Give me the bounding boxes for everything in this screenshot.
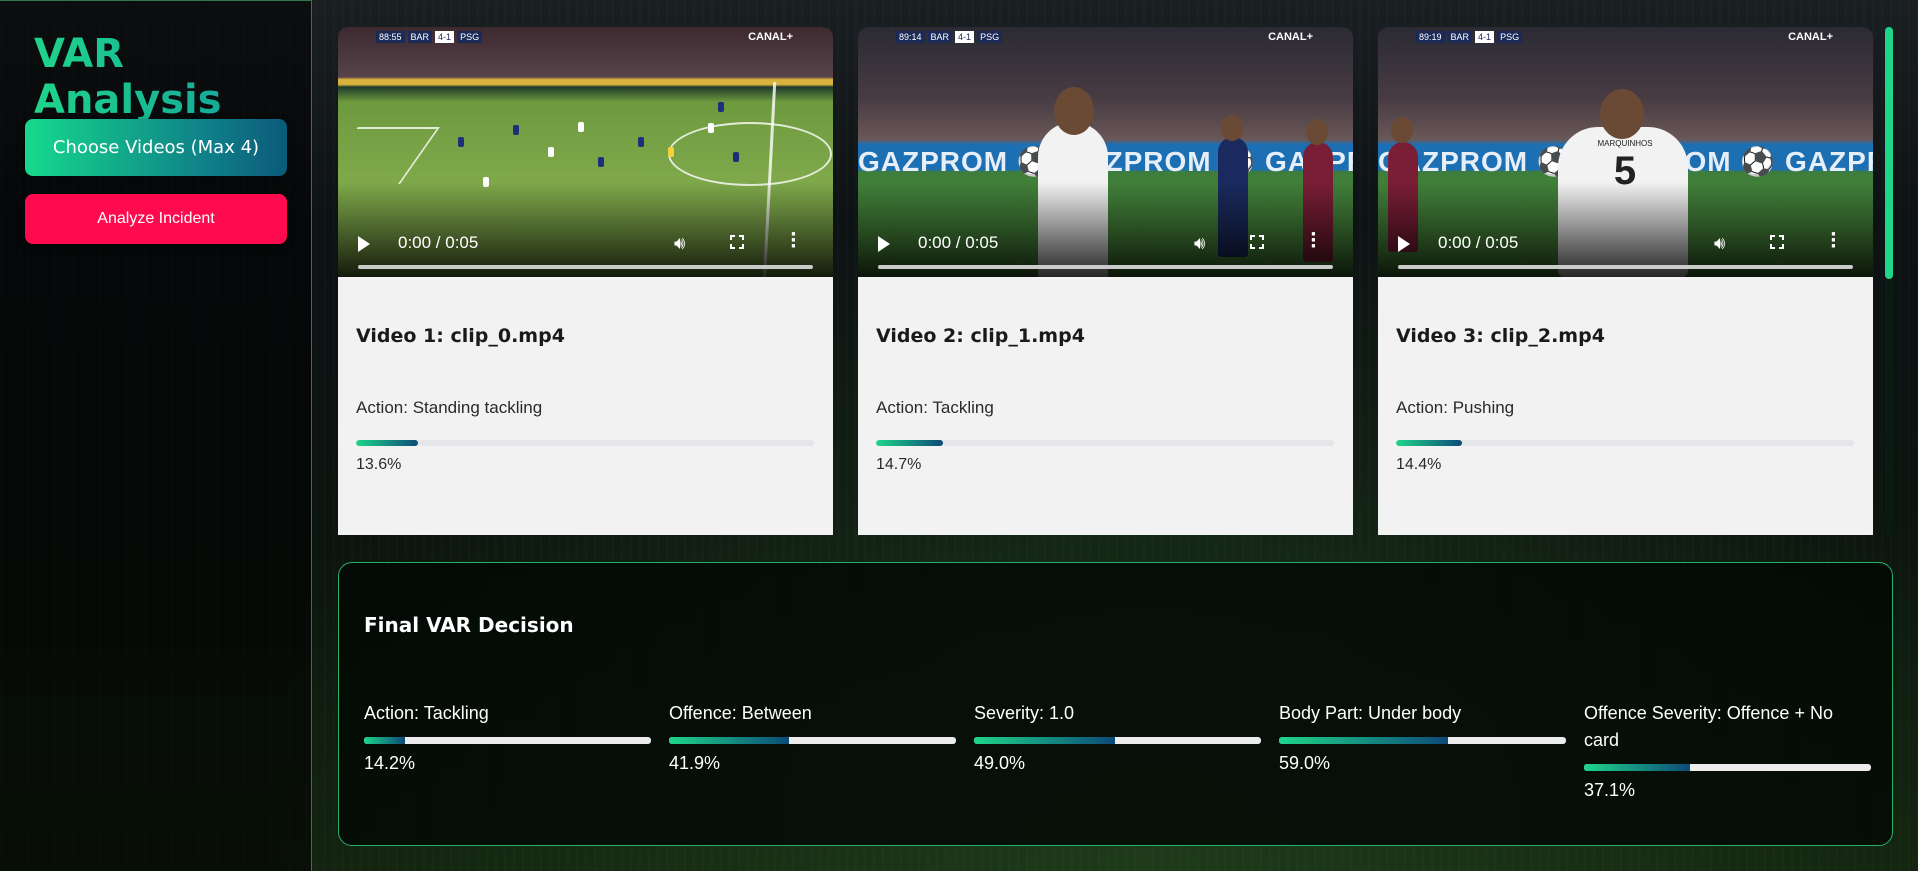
volume-icon[interactable]: 🔊︎ bbox=[1194, 233, 1205, 254]
confidence-fill bbox=[876, 440, 944, 446]
more-options-icon[interactable]: · · · bbox=[1830, 226, 1837, 256]
metric-value: 49.0% bbox=[974, 753, 1026, 773]
confidence-bar bbox=[1396, 440, 1854, 446]
metric-label: Offence: Between bbox=[669, 703, 812, 723]
confidence-value: 13.6% bbox=[356, 456, 402, 473]
video-controls: 0:00 / 0:05 🔊︎ · · · bbox=[1378, 182, 1873, 277]
metric-fill bbox=[974, 737, 1115, 744]
video-title: Video 1: clip_0.mp4 bbox=[356, 325, 565, 347]
broadcaster-logo: CANAL+ bbox=[1788, 31, 1833, 43]
jersey-name: MARQUINHOS bbox=[1597, 139, 1653, 148]
analyze-incident-button[interactable]: Analyze Incident bbox=[25, 194, 287, 244]
video-player[interactable]: GAZPROM ⚽ GAZPROM ⚽ GAZPROM MARQUINHOS 5… bbox=[1378, 27, 1873, 277]
video-controls: 0:00 / 0:05 🔊︎ · · · bbox=[338, 182, 833, 277]
fullscreen-icon[interactable] bbox=[730, 235, 744, 249]
video-title: Video 3: clip_2.mp4 bbox=[1396, 325, 1605, 347]
video-time: 0:00 / 0:05 bbox=[398, 233, 479, 252]
video-time: 0:00 / 0:05 bbox=[918, 233, 999, 252]
confidence-bar bbox=[876, 440, 1334, 446]
video-card: 88:55 BAR 4-1 PSG CANAL+ 0:00 / 0:05 🔊︎ · · ·… bbox=[338, 27, 833, 535]
volume-icon[interactable]: 🔊︎ bbox=[674, 233, 685, 254]
metric-bar bbox=[974, 737, 1261, 744]
fullscreen-icon[interactable] bbox=[1770, 235, 1784, 249]
broadcaster-logo: CANAL+ bbox=[748, 31, 793, 43]
metric-bar bbox=[364, 737, 651, 744]
metric-value: 41.9% bbox=[669, 753, 721, 773]
play-icon[interactable] bbox=[358, 236, 370, 252]
metric-label: Severity: 1.0 bbox=[974, 703, 1075, 723]
more-options-icon[interactable]: · · · bbox=[790, 226, 797, 256]
metric-bar bbox=[669, 737, 956, 744]
more-options-icon[interactable]: · · · bbox=[1310, 226, 1317, 256]
metric-label: Offence Severity: Offence + No card bbox=[1584, 703, 1833, 750]
video-card-body: Video 2: clip_1.mp4 Action: Tackling 14.… bbox=[858, 277, 1353, 535]
seek-bar[interactable] bbox=[878, 265, 1333, 269]
metric-fill bbox=[669, 737, 790, 744]
video-action: Action: Pushing bbox=[1396, 398, 1515, 417]
metric-value: 37.1% bbox=[1584, 780, 1636, 800]
video-card-body: Video 3: clip_2.mp4 Action: Pushing 14.4… bbox=[1378, 277, 1873, 535]
decision-metric-offence-severity: Offence Severity: Offence + No card 37.1… bbox=[1584, 700, 1871, 801]
broadcaster-logo: CANAL+ bbox=[1268, 31, 1313, 43]
confidence-value: 14.7% bbox=[876, 456, 922, 473]
video-card: GAZPROM ⚽ GAZPROM ⚽ GAZPROM MARQUINHOS 5… bbox=[1378, 27, 1873, 535]
metric-label: Body Part: Under body bbox=[1279, 703, 1462, 723]
seek-bar[interactable] bbox=[358, 265, 813, 269]
video-card: GAZPROM ⚽ GAZPROM ⚽ GAZPROM 89:14BAR4-1P… bbox=[858, 27, 1353, 535]
video-controls: 0:00 / 0:05 🔊︎ · · · bbox=[858, 182, 1353, 277]
app-title: VAR Analysis bbox=[34, 31, 311, 123]
sidebar: VAR Analysis Choose Videos (Max 4) Analy… bbox=[0, 0, 312, 871]
volume-icon[interactable]: 🔊︎ bbox=[1714, 233, 1725, 254]
video-player[interactable]: GAZPROM ⚽ GAZPROM ⚽ GAZPROM 89:14BAR4-1P… bbox=[858, 27, 1353, 277]
metric-fill bbox=[364, 737, 405, 744]
scrollbar-thumb[interactable] bbox=[1885, 27, 1893, 279]
confidence-fill bbox=[1396, 440, 1462, 446]
metric-value: 14.2% bbox=[364, 753, 416, 773]
metric-bar bbox=[1584, 764, 1871, 771]
video-time: 0:00 / 0:05 bbox=[1438, 233, 1519, 252]
video-list-scrollbar[interactable] bbox=[1885, 27, 1893, 535]
fullscreen-icon[interactable] bbox=[1250, 235, 1264, 249]
decision-metric-action: Action: Tackling 14.2% bbox=[364, 700, 651, 774]
metric-fill bbox=[1279, 737, 1449, 744]
video-title: Video 2: clip_1.mp4 bbox=[876, 325, 1085, 347]
decision-metric-offence: Offence: Between 41.9% bbox=[669, 700, 956, 774]
seek-bar[interactable] bbox=[1398, 265, 1853, 269]
scoreboard: 89:19 BAR 4-1 PSG bbox=[1416, 31, 1523, 43]
scoreboard: 88:55 BAR 4-1 PSG bbox=[376, 31, 483, 43]
scoreboard: 89:14 BAR 4-1 PSG bbox=[896, 31, 1003, 43]
metric-bar bbox=[1279, 737, 1566, 744]
confidence-bar bbox=[356, 440, 814, 446]
confidence-value: 14.4% bbox=[1396, 456, 1442, 473]
choose-videos-button[interactable]: Choose Videos (Max 4) bbox=[25, 119, 287, 176]
metric-label: Action: Tackling bbox=[364, 703, 489, 723]
decision-metric-body-part: Body Part: Under body 59.0% bbox=[1279, 700, 1566, 774]
metric-fill bbox=[1584, 764, 1691, 771]
confidence-fill bbox=[356, 440, 419, 446]
decision-title: Final VAR Decision bbox=[364, 613, 574, 637]
video-player[interactable]: 88:55 BAR 4-1 PSG CANAL+ 0:00 / 0:05 🔊︎ · · · bbox=[338, 27, 833, 277]
metric-value: 59.0% bbox=[1279, 753, 1331, 773]
play-icon[interactable] bbox=[1398, 236, 1410, 252]
final-decision-panel: Final VAR Decision Action: Tackling 14.2… bbox=[338, 562, 1893, 846]
decision-metric-severity: Severity: 1.0 49.0% bbox=[974, 700, 1261, 774]
play-icon[interactable] bbox=[878, 236, 890, 252]
video-action: Action: Tackling bbox=[876, 398, 994, 417]
video-card-body: Video 1: clip_0.mp4 Action: Standing tac… bbox=[338, 277, 833, 535]
video-action: Action: Standing tackling bbox=[356, 398, 543, 417]
